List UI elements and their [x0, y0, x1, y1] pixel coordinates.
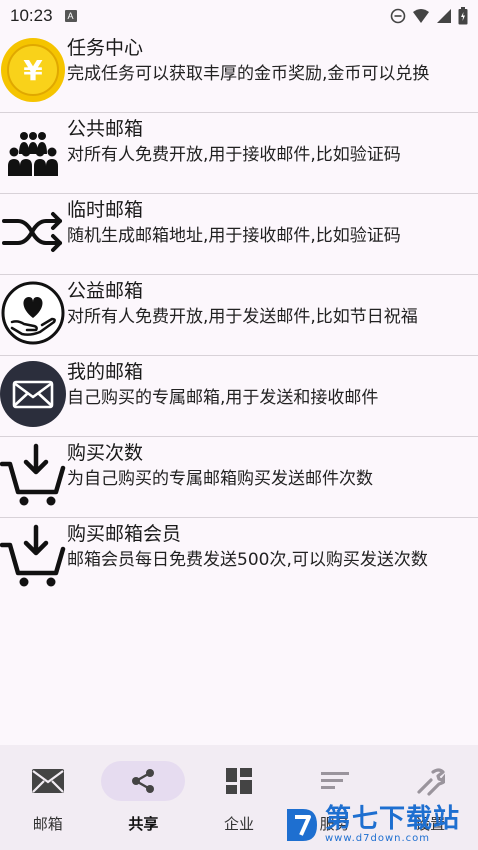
- item-title: 临时邮箱: [67, 199, 144, 221]
- watermark-url: www.d7down.com: [325, 833, 431, 844]
- list-item-temp-mailbox[interactable]: 临时邮箱 随机生成邮箱地址,用于接收邮件,比如验证码: [0, 194, 478, 275]
- cart-download-icon: [0, 442, 66, 508]
- status-time: 10:23: [10, 6, 53, 25]
- svg-text:¥: ¥: [23, 54, 43, 87]
- status-bar: 10:23 A: [0, 0, 478, 32]
- feature-list: ¥ 任务中心 完成任务可以获取丰厚的金币奖励,金币可以兑换 公共邮箱 对所有人免…: [0, 32, 478, 599]
- nav-tab-share[interactable]: 共享: [96, 745, 192, 850]
- signal-icon: [437, 9, 451, 23]
- d7-logo-icon: [287, 809, 317, 841]
- nav-tab-enterprise[interactable]: 企业: [191, 745, 287, 850]
- share-icon: [101, 761, 186, 801]
- item-title: 公益邮箱: [67, 280, 144, 302]
- dashboard-icon: [197, 761, 281, 801]
- list-item-charity-mailbox[interactable]: 公益邮箱 对所有人免费开放,用于发送邮件,比如节日祝福: [0, 275, 478, 356]
- mail-icon: [6, 761, 90, 801]
- item-title: 我的邮箱: [67, 361, 144, 383]
- item-description: 邮箱会员每日免费发送500次,可以购买发送次数: [67, 550, 428, 570]
- item-title: 任务中心: [67, 37, 144, 59]
- dnd-icon: [390, 8, 406, 24]
- list-item-mailbox-membership[interactable]: 购买邮箱会员 邮箱会员每日免费发送500次,可以购买发送次数: [0, 518, 478, 599]
- item-title: 购买次数: [67, 442, 144, 464]
- list-item-task-center[interactable]: ¥ 任务中心 完成任务可以获取丰厚的金币奖励,金币可以兑换: [0, 32, 478, 113]
- item-description: 对所有人免费开放,用于发送邮件,比如节日祝福: [67, 307, 418, 327]
- nav-label: 企业: [223, 815, 254, 833]
- notification-badge-icon: A: [64, 10, 77, 22]
- battery-icon: [458, 7, 468, 25]
- item-description: 随机生成邮箱地址,用于接收邮件,比如验证码: [67, 226, 401, 246]
- list-item-my-mailbox[interactable]: 我的邮箱 自己购买的专属邮箱,用于发送和接收邮件: [0, 356, 478, 437]
- shuffle-icon: [0, 199, 66, 265]
- wifi-icon: [413, 9, 429, 23]
- item-description: 为自己购买的专属邮箱购买发送邮件次数: [67, 469, 373, 489]
- nav-tab-mailbox[interactable]: 邮箱: [0, 745, 96, 850]
- nav-label: 邮箱: [32, 815, 63, 833]
- item-title: 公共邮箱: [67, 118, 144, 140]
- heart-hand-icon: [0, 280, 66, 346]
- watermark-logo: 第七下载站 www.d7down.com: [283, 800, 478, 850]
- wrench-icon: [388, 761, 472, 801]
- notes-icon: [293, 761, 377, 801]
- gold-coin-icon: ¥: [0, 37, 66, 103]
- item-description: 自己购买的专属邮箱,用于发送和接收邮件: [67, 388, 379, 408]
- item-title: 购买邮箱会员: [67, 523, 182, 545]
- list-item-public-mailbox[interactable]: 公共邮箱 对所有人免费开放,用于接收邮件,比如验证码: [0, 113, 478, 194]
- envelope-circle-icon: [0, 361, 66, 427]
- item-description: 对所有人免费开放,用于接收邮件,比如验证码: [67, 145, 401, 165]
- nav-label: 共享: [128, 815, 159, 833]
- group-people-icon: [0, 118, 66, 184]
- list-item-buy-times[interactable]: 购买次数 为自己购买的专属邮箱购买发送邮件次数: [0, 437, 478, 518]
- watermark-title: 第七下载站: [325, 804, 461, 834]
- cart-download-icon: [0, 523, 66, 589]
- item-description: 完成任务可以获取丰厚的金币奖励,金币可以兑换: [67, 64, 430, 84]
